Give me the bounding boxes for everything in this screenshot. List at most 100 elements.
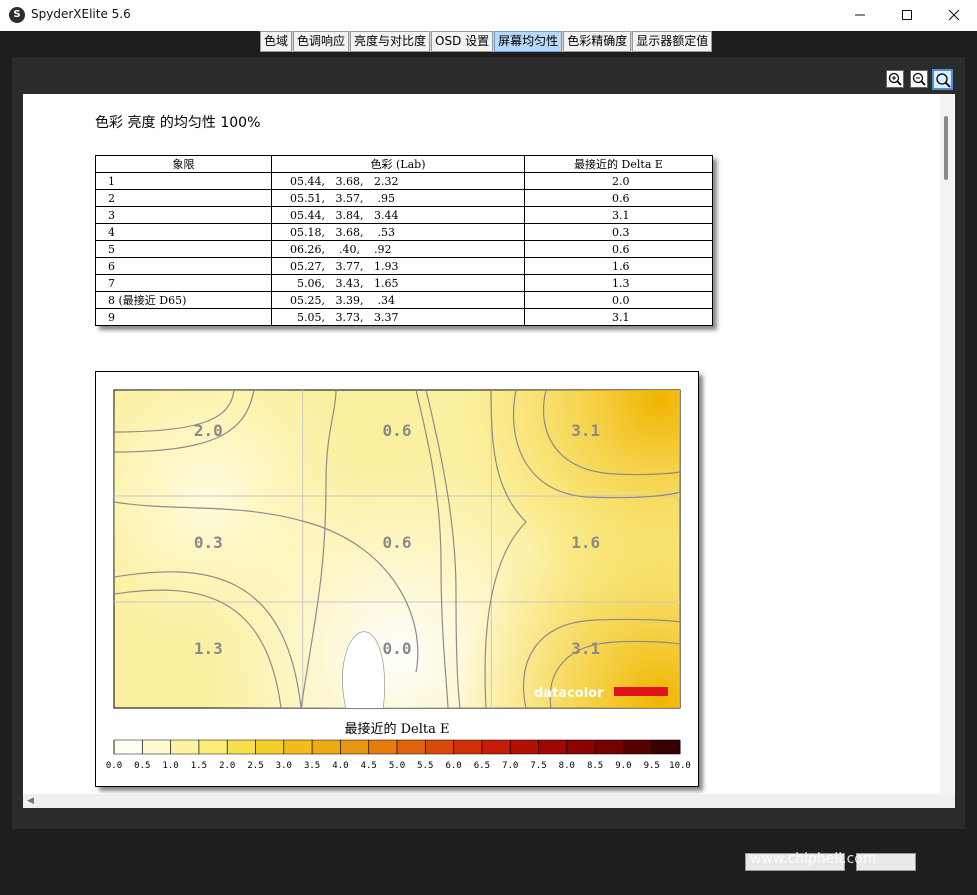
maximize-icon[interactable] xyxy=(884,0,930,31)
heatmap-cell-value: 0.6 xyxy=(383,533,412,552)
app-logo-icon: S xyxy=(9,7,25,23)
table-row: 1 05.44, 3.68, 2.32 2.0 xyxy=(95,172,713,190)
legend-tick-label: 6.5 xyxy=(474,761,490,771)
legend-swatch xyxy=(368,740,398,754)
table-cell: 05.44, 3.68, 2.32 xyxy=(271,172,525,190)
legend-swatch xyxy=(651,740,681,754)
legend-tick-label: 3.0 xyxy=(276,761,292,771)
tab-screen-uniformity[interactable]: 屏幕均匀性 xyxy=(494,31,563,52)
legend-swatch xyxy=(425,740,455,754)
legend-swatch xyxy=(623,740,653,754)
table-cell: 05.18, 3.68, .53 xyxy=(271,223,525,241)
tab-color-accuracy[interactable]: 色彩精确度 xyxy=(563,31,632,52)
tab-gamut[interactable]: 色域 xyxy=(260,31,293,52)
legend-swatch xyxy=(397,740,426,754)
table-cell: 05.51, 3.57, .95 xyxy=(271,189,525,207)
table-cell: 05.44, 3.84, 3.44 xyxy=(271,206,525,224)
legend-tick-label: 8.0 xyxy=(559,761,575,771)
table-cell: 0.0 xyxy=(524,291,713,309)
uniformity-heatmap-panel: 2.0 0.6 3.1 0.3 0.6 1.6 1.3 0.0 3.1 datacolor 最接近的… xyxy=(95,371,699,787)
legend-swatch xyxy=(595,740,624,754)
horizontal-scrollbar[interactable] xyxy=(23,794,955,808)
table-row: 7 5.06, 3.43, 1.65 1.3 xyxy=(95,274,713,292)
table-cell: 3.1 xyxy=(524,308,713,326)
table-row: 5 06.26, .40, .92 0.6 xyxy=(95,240,713,258)
zoom-fit-icon[interactable] xyxy=(932,69,953,90)
report-page: 色彩 亮度 的均匀性 100% 象限 色彩 (Lab) 最接近的 Delta E… xyxy=(23,94,955,794)
table-cell: 3.1 xyxy=(524,206,713,224)
legend-swatch xyxy=(481,740,511,754)
legend-tick-label: 6.0 xyxy=(445,761,461,771)
legend-tick-label: 7.5 xyxy=(530,761,546,771)
table-row: 3 05.44, 3.84, 3.44 3.1 xyxy=(95,206,713,224)
window-title: SpyderXElite 5.6 xyxy=(31,7,131,21)
legend-swatch xyxy=(255,740,285,754)
page-title: 色彩 亮度 的均匀性 100% xyxy=(95,115,261,131)
datacolor-logo-bar xyxy=(614,687,668,696)
report-tabs: 色域 色调响应 亮度与对比度 OSD 设置 屏幕均匀性 色彩精确度 显示器额定值 xyxy=(260,31,713,52)
scroll-left-icon[interactable]: ◀ xyxy=(27,796,34,806)
legend-swatch xyxy=(170,740,200,754)
table-cell: 06.26, .40, .92 xyxy=(271,240,525,258)
table-header-row: 象限 色彩 (Lab) 最接近的 Delta E xyxy=(95,155,713,173)
legend-swatch xyxy=(510,740,539,754)
tab-osd-settings[interactable]: OSD 设置 xyxy=(431,31,494,52)
tab-display-rating[interactable]: 显示器额定值 xyxy=(632,31,713,52)
legend-tick-label: 2.0 xyxy=(219,761,235,771)
legend-swatch xyxy=(142,740,172,754)
table-cell: 1 xyxy=(95,172,272,190)
table-cell: 6 xyxy=(95,257,272,275)
table-cell: 2 xyxy=(95,189,272,207)
heatmap-cell-value: 3.1 xyxy=(571,421,600,440)
tab-brightness-contrast[interactable]: 亮度与对比度 xyxy=(350,31,431,52)
legend-swatch xyxy=(453,740,483,754)
heatmap-cell-value: 0.0 xyxy=(383,639,412,658)
close-icon[interactable] xyxy=(931,0,977,31)
legend-tick-label: 5.0 xyxy=(389,761,405,771)
datacolor-logo: datacolor xyxy=(534,686,604,701)
legend-tick-label: 8.5 xyxy=(587,761,603,771)
legend-tick-label: 9.5 xyxy=(644,761,660,771)
zoom-in-icon[interactable] xyxy=(886,70,904,88)
legend-tick-label: 1.0 xyxy=(162,761,178,771)
zoom-out-icon[interactable] xyxy=(910,70,928,88)
minimize-icon[interactable] xyxy=(837,0,883,31)
table-cell: 8 (最接近 D65) xyxy=(95,291,272,309)
table-cell: 1.3 xyxy=(524,274,713,292)
uniformity-heatmap: 2.0 0.6 3.1 0.3 0.6 1.6 1.3 0.0 3.1 datacolor 最接近的… xyxy=(106,389,691,771)
legend-tick-label: 4.5 xyxy=(361,761,377,771)
table-row: 6 05.27, 3.77, 1.93 1.6 xyxy=(95,257,713,275)
column-header: 色彩 (Lab) xyxy=(271,155,525,173)
heatmap-cell-value: 0.3 xyxy=(194,533,223,552)
table-cell: 5.06, 3.43, 1.65 xyxy=(271,274,525,292)
table-cell: 9 xyxy=(95,308,272,326)
table-cell: 5.05, 3.73, 3.37 xyxy=(271,308,525,326)
table-row: 8 (最接近 D65) 05.25, 3.39, .34 0.0 xyxy=(95,291,713,309)
table-row: 4 05.18, 3.68, .53 0.3 xyxy=(95,223,713,241)
legend-swatch xyxy=(227,740,256,754)
heatmap-cell-value: 3.1 xyxy=(571,639,600,658)
legend-title: 最接近的 Delta E xyxy=(344,721,449,737)
tab-tone-response[interactable]: 色调响应 xyxy=(293,31,350,52)
legend-tick-label: 3.5 xyxy=(304,761,320,771)
legend-tick-label: 4.0 xyxy=(332,761,348,771)
table-cell: 7 xyxy=(95,274,272,292)
legend-tick-label: 0.5 xyxy=(134,761,150,771)
table-cell: 0.6 xyxy=(524,189,713,207)
vertical-scroll-thumb[interactable] xyxy=(944,116,948,180)
legend-tick-label: 2.5 xyxy=(247,761,263,771)
legend-swatch xyxy=(283,740,313,754)
heatmap-cell-value: 2.0 xyxy=(194,421,223,440)
legend-tick-label: 7.0 xyxy=(502,761,518,771)
legend-swatch xyxy=(340,740,370,754)
table-cell: 1.6 xyxy=(524,257,713,275)
heatmap-cell-value: 0.6 xyxy=(383,421,412,440)
legend-swatch xyxy=(312,740,341,754)
title-bar: S SpyderXElite 5.6 xyxy=(0,0,977,31)
vertical-scrollbar[interactable] xyxy=(940,94,954,794)
legend-tick-label: 10.0 xyxy=(669,761,691,771)
column-header: 象限 xyxy=(95,155,272,173)
legend-swatch xyxy=(566,740,596,754)
table-cell: 05.25, 3.39, .34 xyxy=(271,291,525,309)
column-header: 最接近的 Delta E xyxy=(524,155,713,173)
